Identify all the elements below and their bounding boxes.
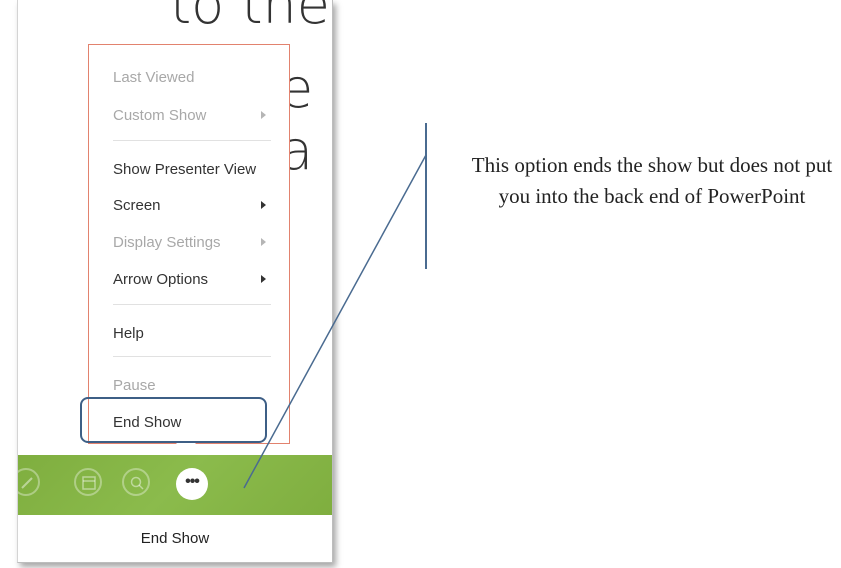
- callout-connector: [243, 154, 427, 489]
- callout-text: This option ends the show but does not p…: [471, 153, 833, 208]
